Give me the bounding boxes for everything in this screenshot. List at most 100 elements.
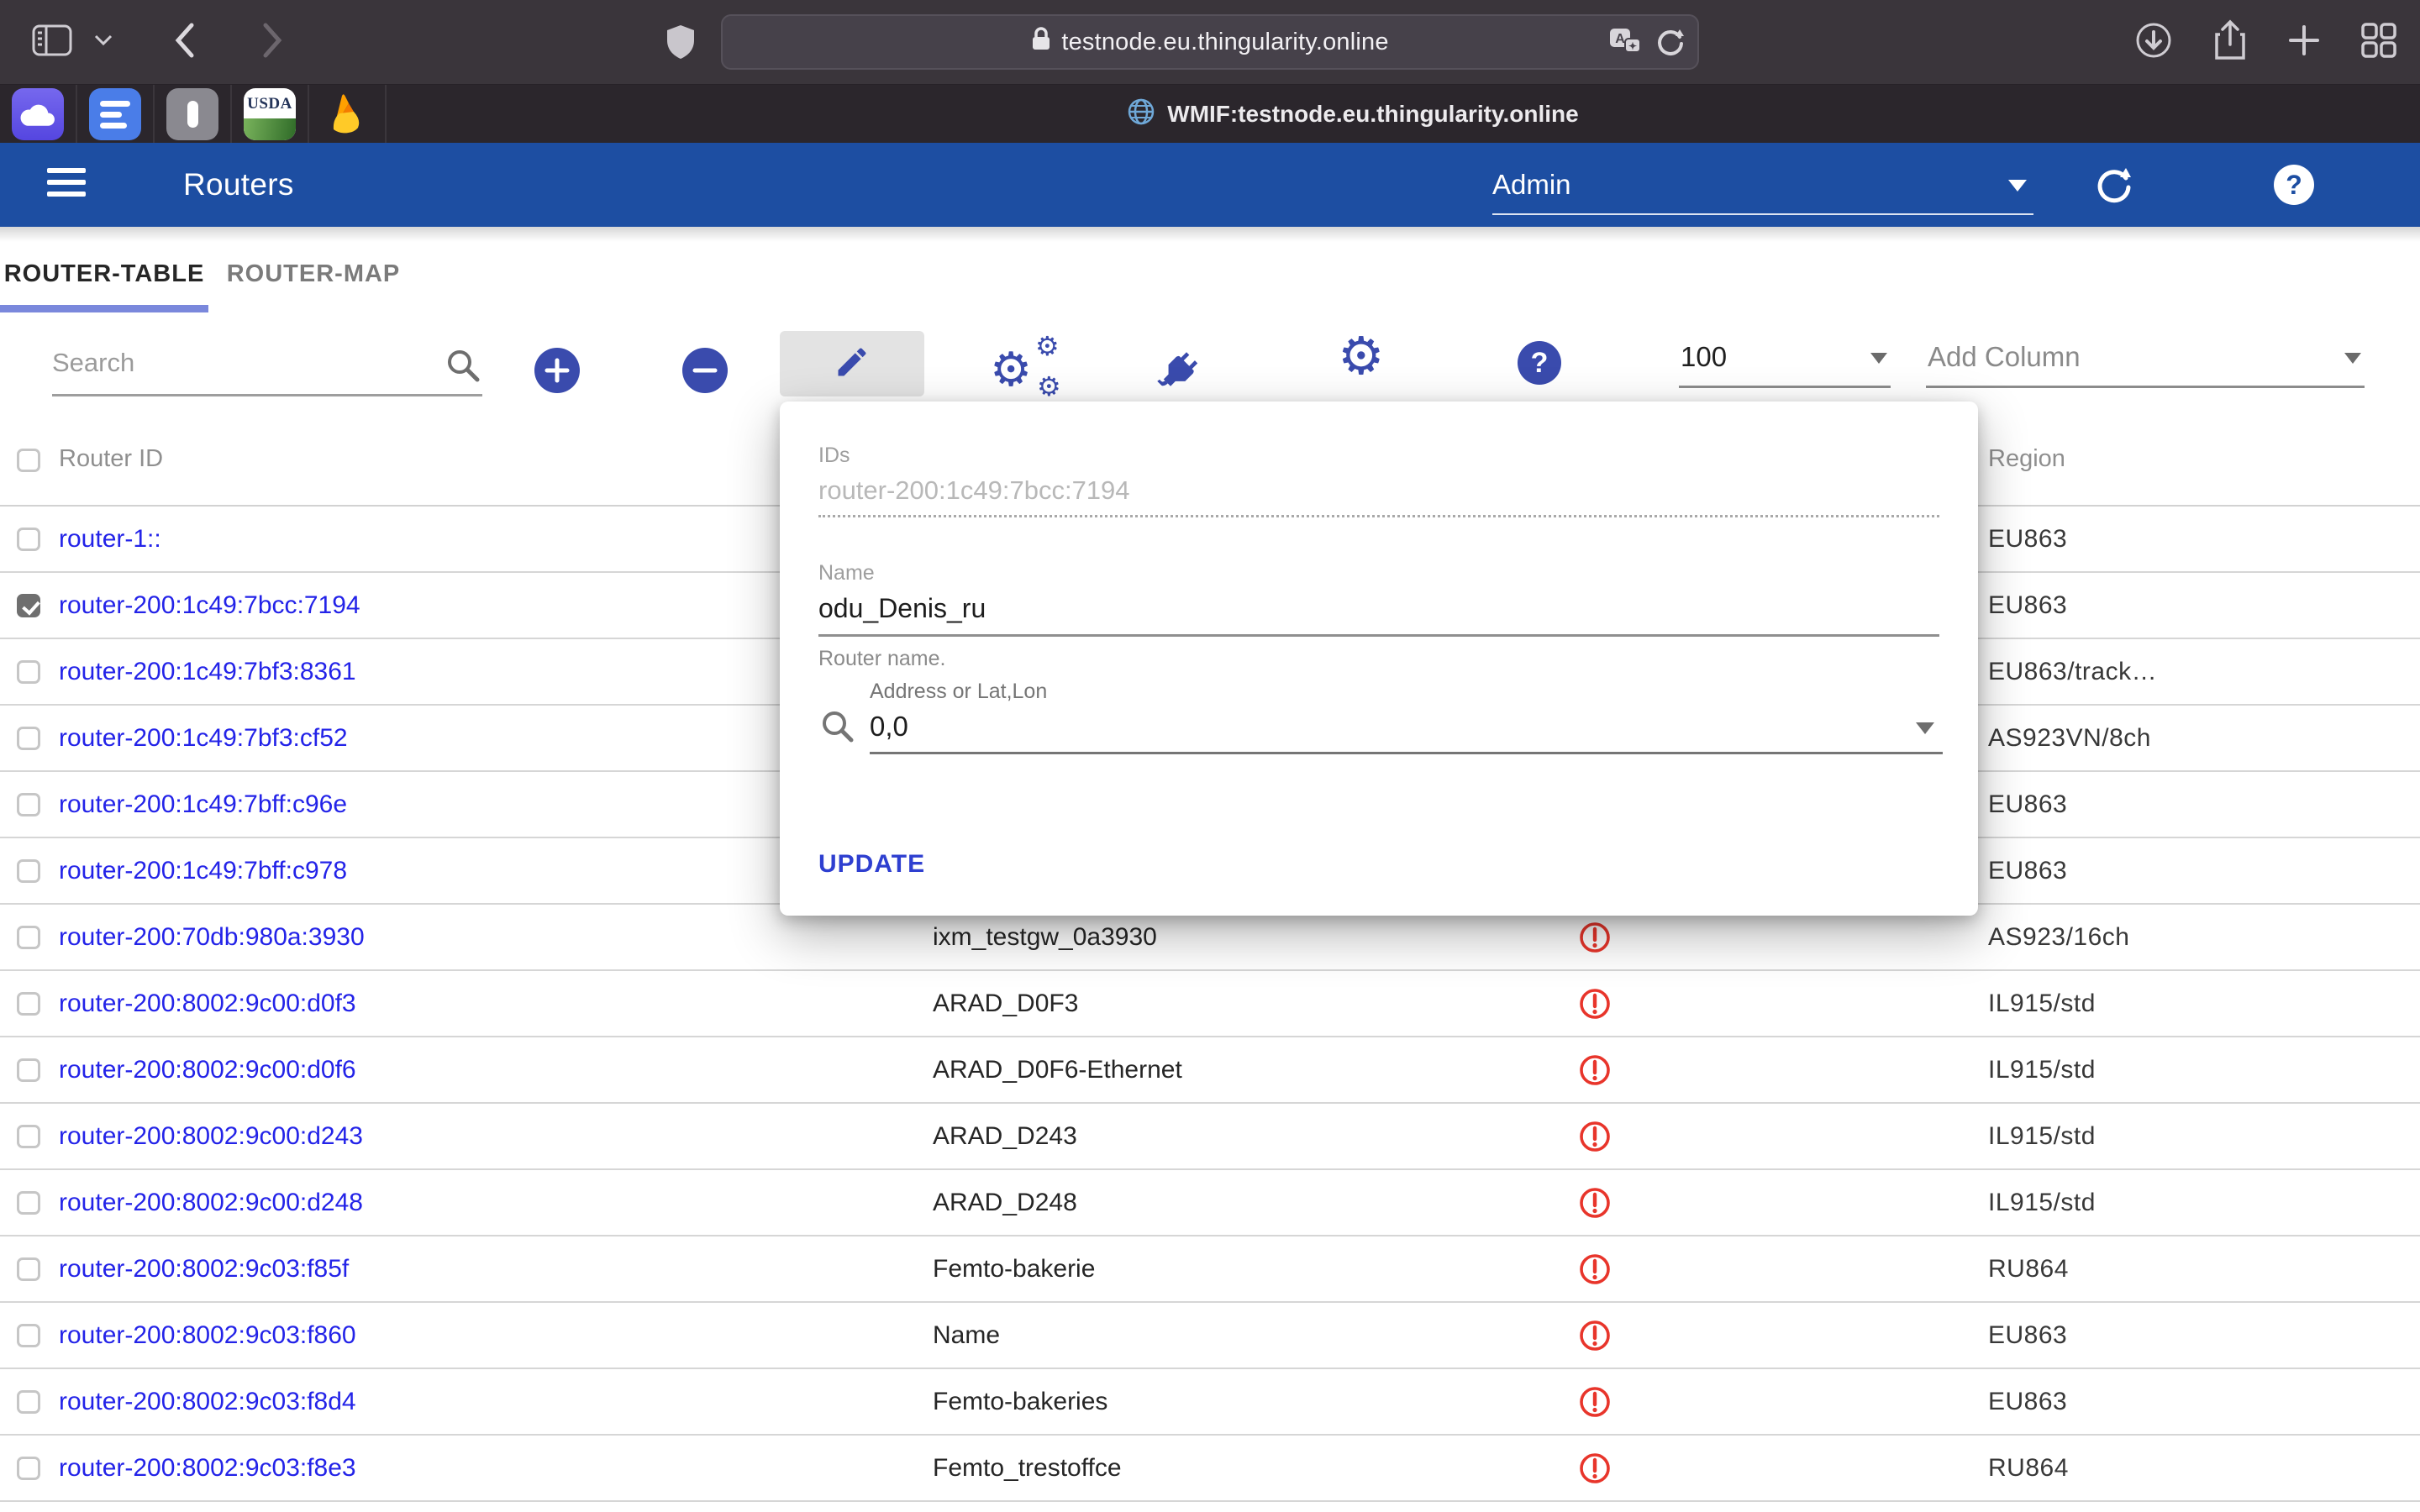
search-icon: [445, 348, 481, 387]
router-id-link[interactable]: router-200:8002:9c03:f860: [59, 1321, 356, 1350]
row-checkbox[interactable]: [17, 1125, 40, 1148]
error-status-icon[interactable]: [1578, 1120, 1612, 1153]
row-checkbox[interactable]: [17, 1058, 40, 1082]
forward-button[interactable]: [262, 22, 284, 63]
role-select[interactable]: Admin: [1492, 156, 2033, 215]
globe-icon: [1127, 97, 1155, 132]
reload-icon[interactable]: [1655, 27, 1686, 61]
router-id-link[interactable]: router-200:8002:9c03:f85f: [59, 1255, 349, 1284]
update-button[interactable]: UPDATE: [818, 850, 925, 879]
router-region: EU863: [1988, 1321, 2067, 1350]
address-caret-icon[interactable]: [1916, 722, 1934, 734]
router-id-link[interactable]: router-200:8002:9c00:d0f6: [59, 1056, 356, 1084]
router-region: EU863: [1988, 525, 2067, 554]
router-id-link[interactable]: router-200:1c49:7bf3:cf52: [59, 724, 348, 753]
table-row: router-200:8002:9c00:d0f6ARAD_D0F6-Ether…: [0, 1037, 2420, 1104]
router-name: ARAD_D243: [933, 1122, 1077, 1151]
router-id-link[interactable]: router-200:1c49:7bff:c978: [59, 857, 347, 885]
router-id-link[interactable]: router-200:1c49:7bf3:8361: [59, 658, 356, 686]
row-checkbox[interactable]: [17, 660, 40, 684]
router-id-link[interactable]: router-200:8002:9c03:f8e3: [59, 1454, 356, 1483]
name-field[interactable]: odu_Denis_ru: [818, 593, 986, 624]
router-id-link[interactable]: router-200:8002:9c00:d248: [59, 1189, 363, 1217]
table-help-button[interactable]: ?: [1518, 341, 1561, 385]
router-name: Femto-bakeries: [933, 1388, 1107, 1416]
view-tabs: ROUTER-TABLE ROUTER-MAP: [0, 227, 2420, 321]
router-region: IL915/std: [1988, 1189, 2096, 1217]
screen: testnode.eu.thingularity.online A✦: [0, 0, 2420, 1512]
table-row: router-200:8002:9c03:f8e3Femto_trestoffc…: [0, 1436, 2420, 1502]
settings-button[interactable]: ⚙: [1338, 331, 1385, 383]
router-region: IL915/std: [1988, 1056, 2096, 1084]
router-name: Femto-bakerie: [933, 1255, 1095, 1284]
router-id-link[interactable]: router-200:8002:9c00:d243: [59, 1122, 363, 1151]
router-name: ixm_testgw_0a3930: [933, 923, 1157, 952]
row-checkbox[interactable]: [17, 1457, 40, 1480]
translate-icon[interactable]: A✦: [1608, 27, 1642, 61]
sidebar-icon[interactable]: [32, 24, 72, 61]
row-checkbox[interactable]: [17, 528, 40, 551]
active-browser-tab[interactable]: WMIF:testnode.eu.thingularity.online: [0, 85, 2420, 144]
menu-icon[interactable]: [47, 168, 86, 203]
row-checkbox[interactable]: [17, 727, 40, 750]
refresh-button[interactable]: [2094, 165, 2134, 209]
row-checkbox[interactable]: [17, 1191, 40, 1215]
row-checkbox[interactable]: [17, 992, 40, 1016]
bulk-settings-button[interactable]: ⚙ ⚙ ⚙: [988, 329, 1072, 410]
add-column-select[interactable]: Add Column: [1926, 326, 2365, 388]
tab-router-map[interactable]: ROUTER-MAP: [208, 227, 418, 321]
router-region: EU863: [1988, 591, 2067, 620]
select-all-checkbox[interactable]: [17, 449, 40, 472]
error-status-icon[interactable]: [1578, 1319, 1612, 1352]
router-id-link[interactable]: router-200:8002:9c00:d0f3: [59, 990, 356, 1018]
share-icon[interactable]: [2212, 19, 2249, 66]
caret-down-icon: [2344, 353, 2361, 364]
back-button[interactable]: [173, 22, 195, 63]
error-status-icon[interactable]: [1578, 921, 1612, 954]
tab-overview-icon[interactable]: [2360, 21, 2398, 64]
row-checkbox[interactable]: [17, 1390, 40, 1414]
search-placeholder: Search: [52, 348, 134, 378]
help-button[interactable]: ?: [2274, 165, 2314, 205]
router-name: ARAD_D0F3: [933, 990, 1078, 1018]
edit-router-button[interactable]: [780, 331, 924, 396]
router-region: RU864: [1988, 1255, 2069, 1284]
add-router-button[interactable]: [534, 348, 580, 393]
chevron-down-icon[interactable]: [94, 34, 113, 50]
error-status-icon[interactable]: [1578, 1452, 1612, 1485]
row-checkbox[interactable]: [17, 1324, 40, 1347]
error-status-icon[interactable]: [1578, 987, 1612, 1021]
rows-per-page-select[interactable]: 100: [1679, 326, 1891, 388]
error-status-icon[interactable]: [1578, 1053, 1612, 1087]
error-status-icon[interactable]: [1578, 1186, 1612, 1220]
role-select-value: Admin: [1492, 169, 1571, 201]
router-region: EU863: [1988, 790, 2067, 819]
row-checkbox[interactable]: [17, 859, 40, 883]
name-label: Name: [818, 561, 875, 585]
router-id-link[interactable]: router-1::: [59, 525, 161, 554]
router-region: EU863: [1988, 1388, 2067, 1416]
caret-down-icon: [2008, 180, 2027, 192]
router-id-link[interactable]: router-200:8002:9c03:f8d4: [59, 1388, 356, 1416]
downloads-icon[interactable]: [2134, 21, 2173, 64]
router-id-link[interactable]: router-200:70db:980a:3930: [59, 923, 365, 952]
remove-router-button[interactable]: [682, 348, 728, 393]
new-tab-icon[interactable]: [2287, 24, 2321, 61]
connect-button[interactable]: [1139, 336, 1217, 407]
table-row: router-200:8002:9c03:f85f Femto-bakerie RU…: [0, 1236, 2420, 1303]
table-row: router-200:8002:9c00:d0f3ARAD_D0F3IL915/…: [0, 971, 2420, 1037]
row-checkbox[interactable]: [17, 793, 40, 816]
row-checkbox[interactable]: [17, 926, 40, 949]
router-id-link[interactable]: router-200:1c49:7bcc:7194: [59, 591, 360, 620]
search-input[interactable]: Search: [52, 329, 482, 396]
privacy-shield-icon[interactable]: [666, 24, 696, 65]
error-status-icon[interactable]: [1578, 1385, 1612, 1419]
url-text: testnode.eu.thingularity.online: [1061, 29, 1388, 56]
error-status-icon[interactable]: [1578, 1252, 1612, 1286]
row-checkbox[interactable]: [17, 594, 40, 617]
address-field[interactable]: 0,0: [870, 711, 908, 743]
address-bar[interactable]: testnode.eu.thingularity.online A✦: [721, 14, 1699, 70]
router-id-link[interactable]: router-200:1c49:7bff:c96e: [59, 790, 347, 819]
router-name: ARAD_D248: [933, 1189, 1077, 1217]
row-checkbox[interactable]: [17, 1257, 40, 1281]
